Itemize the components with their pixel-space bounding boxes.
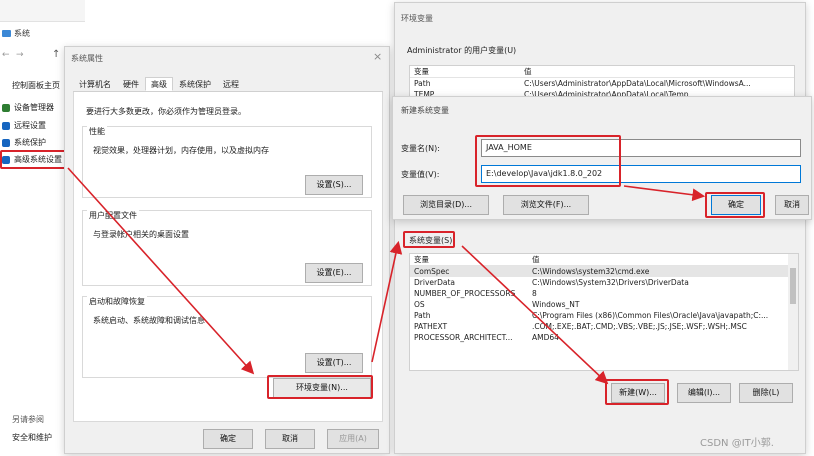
- arrow-to-ok-button: [623, 185, 706, 202]
- arrow-to-system-vars: [371, 240, 403, 363]
- arrow-to-new-button: [461, 245, 609, 385]
- arrow-to-env-button: [67, 167, 255, 375]
- guide-arrows: [67, 167, 706, 385]
- watermark: CSDN @IT小郭.: [700, 438, 774, 449]
